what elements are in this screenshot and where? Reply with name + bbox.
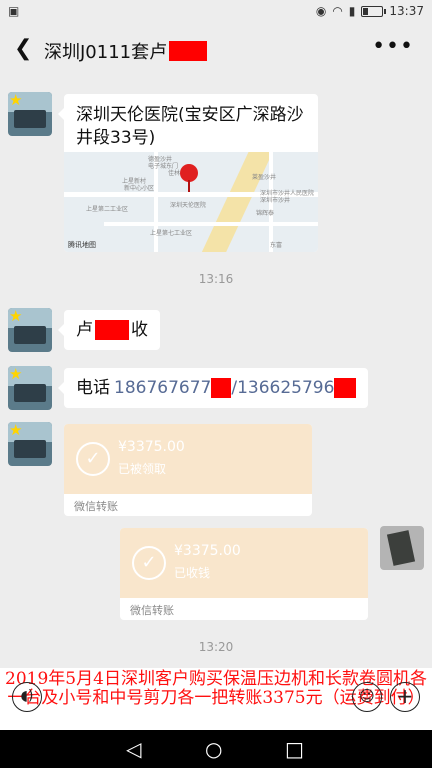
system-back-icon[interactable]: ◁	[126, 738, 141, 760]
text-message[interactable]: 电话 186767677 / 136625796	[57, 368, 369, 408]
map-label: 新中心小区	[124, 185, 155, 192]
chat-header: ❮ 深圳J0111套卢 •••	[0, 24, 432, 76]
contact-avatar[interactable]: ★	[8, 366, 52, 410]
phone-number-link[interactable]: 136625796	[237, 368, 334, 408]
transfer-message[interactable]: ✓ ¥3375.00 已收钱 微信转账	[120, 528, 368, 620]
map-label: 深圳市沙井	[260, 197, 291, 204]
location-title: 深圳天伦医院(宝安区广深路沙井段33号)	[76, 105, 304, 148]
redaction-mark	[211, 378, 232, 398]
battery-icon	[361, 5, 387, 17]
system-recent-icon[interactable]: □	[285, 738, 304, 760]
map-label: 深圳天伦医院	[170, 202, 207, 209]
system-nav-bar: ◁ ○ □	[0, 730, 432, 768]
check-icon: ✓	[76, 442, 110, 476]
plus-icon[interactable]: +	[390, 682, 420, 712]
redaction-mark	[95, 320, 129, 340]
location-message[interactable]: 深圳天伦医院(宝安区广深路沙井段33号) 德盈沙井 电子城东门 佳林 上星新村 …	[58, 94, 318, 252]
emoji-icon[interactable]: ☺	[352, 682, 382, 712]
transfer-amount: ¥3375.00	[174, 543, 241, 559]
phone-number-link[interactable]: 186767677	[114, 368, 211, 408]
map-label: 上星第二工业区	[86, 206, 129, 213]
text-message[interactable]: 卢 收	[58, 310, 160, 350]
timestamp: 13:16	[198, 272, 234, 286]
status-bar: ▣ ◉ ◠ ▮ 13:37	[0, 0, 432, 24]
chat-title-text: 深圳J0111套卢	[44, 42, 168, 63]
contact-avatar[interactable]: ★	[8, 422, 52, 466]
map-label: 莱盈沙井	[252, 174, 277, 181]
status-time: 13:37	[389, 4, 424, 18]
check-icon: ✓	[132, 546, 166, 580]
eye-icon: ◉	[315, 4, 327, 18]
more-options-icon[interactable]: •••	[372, 34, 414, 59]
map-label: 上星第七工业区	[150, 230, 193, 237]
transfer-footer: 微信转账	[74, 500, 118, 513]
system-home-icon[interactable]: ○	[205, 738, 222, 760]
redaction-mark	[169, 41, 208, 61]
redaction-mark	[334, 378, 357, 398]
timestamp: 13:20	[198, 640, 234, 654]
map-label: 东富	[270, 242, 283, 249]
back-icon[interactable]: ❮	[14, 36, 32, 62]
transfer-status: 已收钱	[174, 566, 211, 580]
transfer-status: 已被领取	[118, 462, 167, 476]
location-pin-stem	[188, 180, 190, 192]
input-bar: ◖) ☺ +	[0, 668, 432, 730]
contact-avatar[interactable]: ★	[8, 92, 52, 136]
location-map[interactable]: 德盈沙井 电子城东门 佳林 上星新村 新中心小区 深圳天伦医院 上星第二工业区 …	[64, 152, 318, 252]
transfer-footer: 微信转账	[130, 604, 174, 617]
app-notification-icon: ▣	[8, 4, 20, 18]
chat-title: 深圳J0111套卢	[44, 38, 208, 64]
sim-icon: ▮	[348, 4, 356, 18]
map-provider-logo: 腾讯地图	[68, 241, 96, 249]
map-label: 锦辉泰	[256, 210, 275, 217]
message-text: 卢	[76, 320, 93, 340]
wifi-icon: ◠	[332, 4, 343, 18]
phone-label: 电话	[76, 378, 110, 398]
voice-icon[interactable]: ◖)	[12, 682, 42, 712]
transfer-amount: ¥3375.00	[118, 439, 185, 455]
message-text: 收	[131, 320, 148, 340]
contact-avatar[interactable]: ★	[8, 308, 52, 352]
my-avatar[interactable]	[380, 526, 424, 570]
transfer-message[interactable]: ✓ ¥3375.00 已被领取 微信转账	[64, 424, 312, 516]
map-label: 佳林	[168, 170, 181, 177]
